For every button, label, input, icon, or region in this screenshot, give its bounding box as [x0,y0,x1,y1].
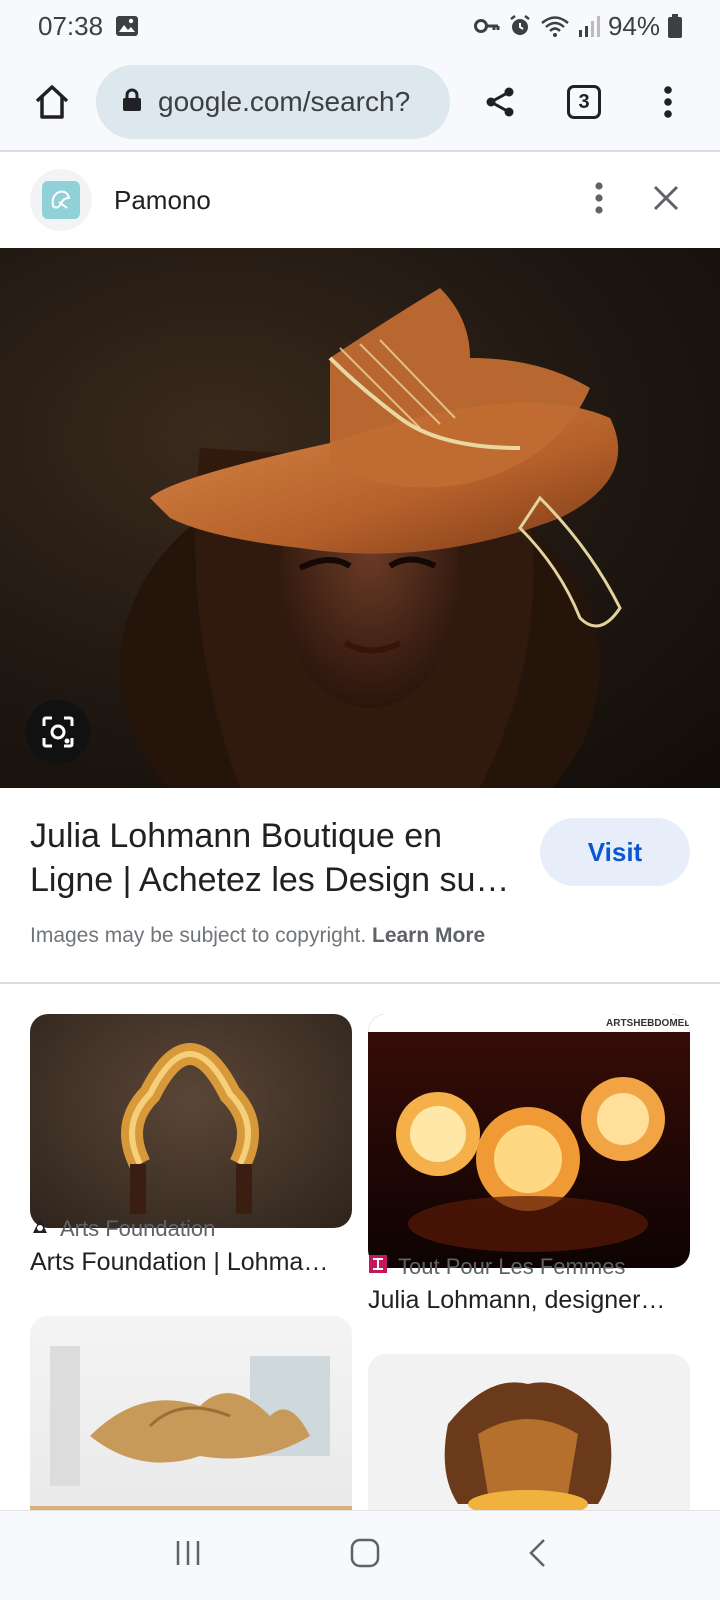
visit-button[interactable]: Visit [540,818,690,886]
url-bar[interactable]: google.com/search? [96,65,450,139]
main-image[interactable] [0,248,720,788]
more-vert-icon[interactable] [640,74,696,130]
url-text: google.com/search? [158,86,411,117]
lock-icon [122,88,142,117]
browser-toolbar: google.com/search? 3 [0,56,720,148]
source-more-icon[interactable] [594,181,604,220]
related-source-label-1: Arts Foundation [60,1216,216,1241]
alarm-icon [508,14,532,38]
image-icon [115,15,139,37]
hat-portrait-illustration [120,288,622,788]
related-source-label-2: Tout Pour Les Femmes [398,1254,626,1279]
tab-count: 3 [567,85,601,119]
related-thumb-4[interactable] [368,1354,690,1512]
learn-more-link[interactable]: Learn More [372,924,485,947]
related-title-1[interactable]: Arts Foundation | Lohma… [30,1248,346,1277]
back-icon[interactable] [527,1537,547,1574]
source-header: Pamono [0,152,720,248]
related-thumb-3[interactable] [30,1316,352,1512]
battery-percent: 94% [607,10,660,41]
signal-icon [578,14,600,38]
result-title[interactable]: Julia Lohmann Boutique en Ligne | Achete… [30,814,520,902]
battery-icon [668,14,682,38]
related-thumb-1[interactable] [30,1014,352,1228]
related-images-grid: Arts Foundation Arts Foundation | Lohma…… [0,984,720,1512]
source-name[interactable]: Pamono [114,185,211,216]
related-thumb-2[interactable]: ARTSHEBDOMEDIA [368,1014,690,1268]
close-icon[interactable] [652,184,680,217]
wifi-icon [540,14,570,38]
system-nav-bar [0,1510,720,1600]
related-source-2: Tout Pour Les Femmes [368,1254,625,1280]
status-time: 07:38 [38,10,104,41]
recents-icon[interactable] [173,1538,203,1573]
copyright-notice: Images may be subject to copyright. Lear… [30,924,485,948]
home-nav-icon[interactable] [349,1537,381,1574]
arts-foundation-logo-icon [30,1216,50,1242]
tabs-icon[interactable]: 3 [556,74,612,130]
related-source-1: Arts Foundation [30,1216,215,1242]
tout-pour-les-femmes-logo-icon [368,1254,388,1280]
related-title-2[interactable]: Julia Lohmann, designer… [368,1286,684,1315]
share-icon[interactable] [472,74,528,130]
copyright-text: Images may be subject to copyright. [30,924,372,947]
lens-icon[interactable] [26,700,90,764]
related-badge: ARTSHEBDOMEDIA [606,1018,690,1029]
key-icon [473,18,500,34]
pamono-logo-icon[interactable] [30,169,92,231]
result-card: Julia Lohmann Boutique en Ligne | Achete… [0,788,720,984]
home-icon[interactable] [24,74,80,130]
status-bar: 07:38 94% [0,0,720,52]
